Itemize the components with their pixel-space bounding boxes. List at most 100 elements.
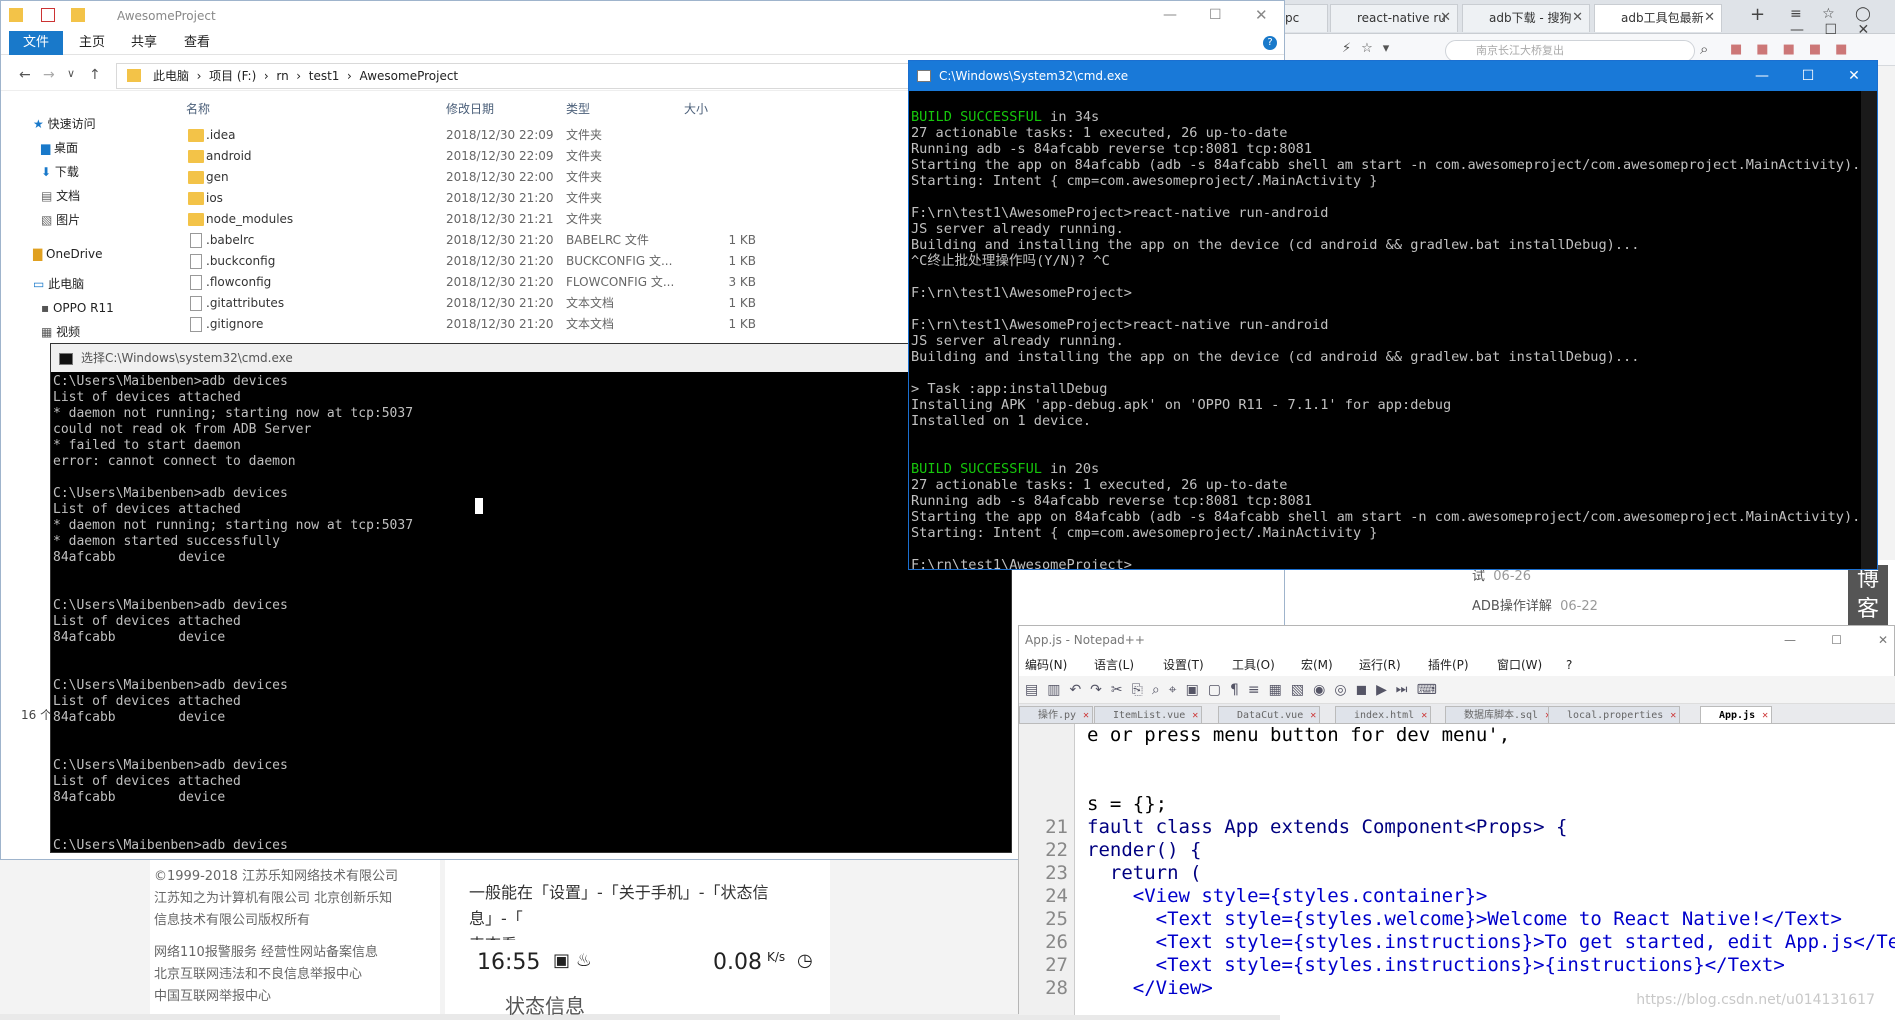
cmd-line: Starting: Intent { cmp=com.awesomeprojec… (911, 173, 1859, 189)
ribbon-view-tab[interactable]: 查看 (184, 31, 210, 55)
column-size[interactable]: 大小 (684, 100, 708, 117)
footer-link[interactable]: 网络110报警服务 经营性网站备案信息 (154, 942, 436, 964)
close-icon[interactable]: ✕ (1440, 5, 1451, 31)
file-row[interactable]: android 2018/12/30 22:09 文件夹 (176, 146, 766, 167)
menu-item[interactable]: 宏(M) (1301, 654, 1333, 676)
toolbar-icons[interactable]: ▤▥↶↷✂⎘⌕⌖▣▢¶≡▦▧◉◎◼▶⏭⌨ (1025, 682, 1446, 698)
editor-tab[interactable]: DataCut.vue ✕ (1218, 706, 1321, 725)
sidebar-item-videos[interactable]: ▦ 视频 (41, 322, 80, 342)
footer-link[interactable]: 北京互联网违法和不良信息举报中心 (154, 964, 436, 986)
sidebar-item-desktop[interactable]: ▆ 桌面 (41, 138, 78, 158)
menu-item[interactable]: 工具(O) (1232, 654, 1275, 676)
column-name[interactable]: 名称 (186, 100, 210, 117)
sidebar-item-documents[interactable]: ▤ 文档 (41, 186, 80, 206)
close-icon[interactable]: ✕ (1572, 5, 1583, 31)
menu-item[interactable]: 语言(L) (1094, 654, 1134, 676)
new-tab-icon[interactable]: + (1750, 4, 1765, 25)
file-name: gen (206, 170, 229, 184)
browser-search-input[interactable]: 南京长江大桥复出 (1445, 40, 1695, 62)
file-row[interactable]: .babelrc 2018/12/30 21:20 BABELRC 文件 1 KB (176, 230, 766, 251)
close-icon[interactable]: ✕ (1083, 707, 1089, 725)
scrollbar[interactable] (1861, 91, 1877, 569)
breadcrumb-item[interactable]: 此电脑 (153, 69, 189, 83)
menu-item[interactable]: 运行(R) (1359, 654, 1401, 676)
column-type[interactable]: 类型 (566, 100, 590, 117)
file-row[interactable]: .idea 2018/12/30 22:09 文件夹 (176, 125, 766, 146)
file-row[interactable]: gen 2018/12/30 22:00 文件夹 (176, 167, 766, 188)
file-row[interactable]: .buckconfig 2018/12/30 21:20 BUCKCONFIG 文.… (176, 251, 766, 272)
ribbon-share-tab[interactable]: 共享 (131, 31, 157, 55)
close-button[interactable]: ✕ (1831, 61, 1877, 91)
breadcrumb-item[interactable]: test1 (309, 69, 340, 83)
browser-tab[interactable]: react-native ru ✕ (1330, 4, 1458, 32)
back-icon[interactable]: ← (19, 67, 31, 83)
browser-tab[interactable]: adb下载 - 搜狗 ✕ (1462, 4, 1590, 32)
editor-tab[interactable]: ItemList.vue ✕ (1094, 706, 1203, 725)
menu-item[interactable]: 设置(T) (1163, 654, 1204, 676)
sidebar-item-downloads[interactable]: ⬇ 下载 (41, 162, 79, 182)
sidebar-item-oppo[interactable]: ▪ OPPO R11 (41, 298, 114, 318)
help-icon[interactable]: ? (1263, 36, 1277, 50)
menu-item[interactable]: ? (1566, 654, 1572, 676)
menu-item[interactable]: 窗口(W) (1497, 654, 1542, 676)
forward-icon[interactable]: → (43, 67, 55, 83)
minimize-button[interactable]: — (1784, 626, 1796, 654)
minimize-button[interactable]: — (1163, 7, 1177, 23)
cmd-window-build[interactable]: C:\Windows\System32\cmd.exe — ☐ ✕ BUILD … (908, 60, 1878, 570)
star-icon[interactable]: ⚡☆▾ (1342, 41, 1399, 56)
file-row[interactable]: .gitignore 2018/12/30 21:20 文本文档 1 KB (176, 314, 766, 335)
editor-tab[interactable]: 操作.py ✕ (1019, 706, 1094, 725)
new-folder-icon[interactable] (71, 8, 85, 22)
close-button[interactable]: ✕ (1878, 626, 1888, 654)
close-button[interactable]: ✕ (1255, 6, 1268, 24)
maximize-button[interactable]: ☐ (1209, 7, 1222, 23)
breadcrumb-item[interactable]: AwesomeProject (359, 69, 458, 83)
list-item[interactable]: ADB操作详解 06-22 (1472, 595, 1598, 614)
extension-icons[interactable]: ■■■■■ (1730, 42, 1880, 58)
editor-tab[interactable]: 数据库脚本.sql✕ (1445, 706, 1556, 724)
browser-tab[interactable]: adb工具包最新 ✕ (1594, 4, 1722, 32)
close-icon[interactable]: ✕ (1704, 5, 1715, 31)
close-icon[interactable]: ✕ (1421, 707, 1427, 725)
cmd-line (53, 742, 1009, 758)
code-editor[interactable]: 21 22 23 24 25 26 27 28 e or press menu button … (1019, 724, 1895, 1015)
properties-icon[interactable] (41, 8, 55, 22)
file-row[interactable]: .gitattributes 2018/12/30 21:20 文本文档 1 KB (176, 293, 766, 314)
ribbon-home-tab[interactable]: 主页 (79, 31, 105, 55)
cmd-window-adb[interactable]: 选择C:\Windows\system32\cmd.exe C:\Users\M… (50, 343, 1012, 853)
file-row[interactable]: .flowconfig 2018/12/30 21:20 FLOWCONFIG 文.… (176, 272, 766, 293)
cmd-output[interactable]: BUILD SUCCESSFUL in 34s 27 actionable tas… (909, 91, 1861, 569)
close-icon[interactable]: ✕ (1762, 707, 1768, 725)
chevron-down-icon[interactable]: ∨ (67, 67, 75, 80)
minimize-button[interactable]: — (1739, 61, 1785, 91)
maximize-button[interactable]: ☐ (1831, 626, 1842, 654)
column-date[interactable]: 修改日期 (446, 100, 494, 117)
editor-tab[interactable]: index.html ✕ (1335, 706, 1432, 725)
code-line: <Text style={styles.instructions}>{instr… (1087, 954, 1785, 976)
maximize-button[interactable]: ☐ (1785, 61, 1831, 91)
editor-tab[interactable]: local.properties ✕ (1548, 706, 1681, 725)
close-icon[interactable]: ✕ (1670, 707, 1676, 725)
breadcrumb-item[interactable]: 项目 (F:) (209, 69, 256, 83)
search-icon[interactable]: ⌕ (1700, 40, 1708, 58)
sidebar-item-pictures[interactable]: ▧ 图片 (41, 210, 80, 230)
menu-item[interactable]: 插件(P) (1428, 654, 1469, 676)
cmd-line (911, 365, 1859, 381)
sidebar-item-this-pc[interactable]: ▭ 此电脑 (33, 274, 84, 294)
file-name: .buckconfig (206, 254, 276, 268)
editor-tab[interactable]: App.js ✕ (1700, 706, 1773, 725)
menu-item[interactable]: 编码(N) (1025, 654, 1067, 676)
sidebar-item-quick-access[interactable]: ★ 快速访问 (33, 114, 96, 134)
sidebar-item-onedrive[interactable]: ▇ OneDrive (33, 244, 102, 264)
close-icon[interactable]: ✕ (1192, 707, 1198, 725)
up-icon[interactable]: ↑ (89, 67, 101, 83)
close-icon[interactable]: ✕ (1310, 707, 1316, 725)
ribbon-file-tab[interactable]: 文件 (9, 31, 63, 55)
file-row[interactable]: ios 2018/12/30 21:20 文件夹 (176, 188, 766, 209)
footer-link[interactable]: 中国互联网举报中心 (154, 986, 436, 1008)
breadcrumb-item[interactable]: rn (276, 69, 288, 83)
file-row[interactable]: node_modules 2018/12/30 21:21 文件夹 (176, 209, 766, 230)
folder-icon (188, 213, 204, 226)
browser-tab[interactable]: pc (1280, 4, 1328, 32)
cmd-output[interactable]: C:\Users\Maibenben>adb devices List of de… (51, 372, 1011, 852)
